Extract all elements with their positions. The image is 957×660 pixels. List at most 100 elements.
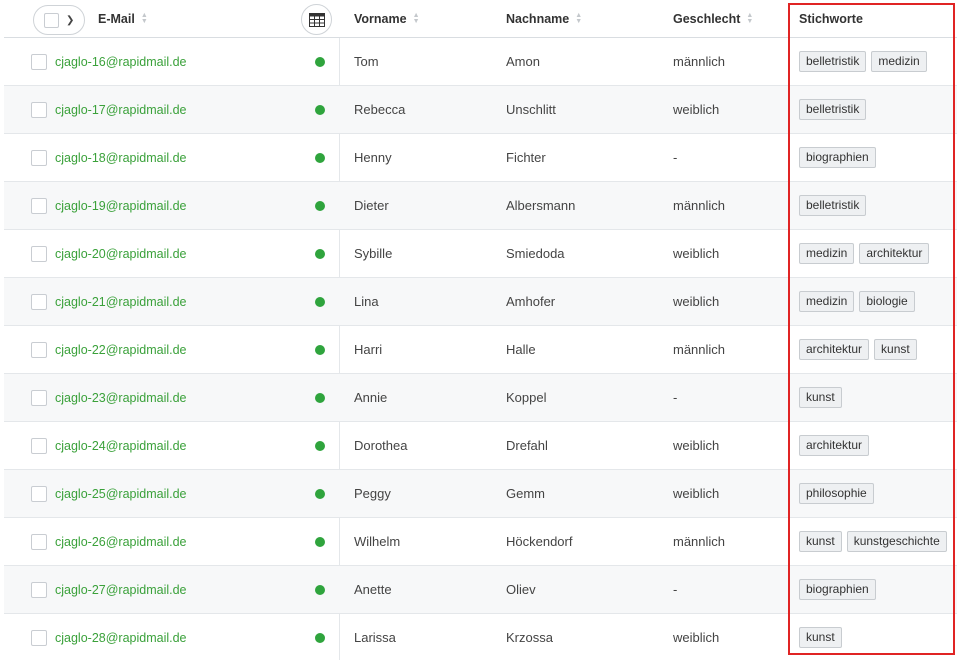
email-cell[interactable]: cjaglo-20@rapidmail.de xyxy=(55,230,295,277)
status-dot-icon xyxy=(315,632,325,643)
tag-badge: biographien xyxy=(799,147,876,168)
email-link[interactable]: cjaglo-17@rapidmail.de xyxy=(55,103,187,117)
header-email[interactable]: E-Mail ▲ ▼ xyxy=(98,0,148,37)
chevron-down-icon[interactable]: ❯ xyxy=(66,15,74,26)
email-link[interactable]: cjaglo-28@rapidmail.de xyxy=(55,631,187,645)
table-row[interactable]: cjaglo-27@rapidmail.de Anette Oliev - bi… xyxy=(4,566,957,614)
row-select[interactable] xyxy=(31,278,51,325)
email-cell[interactable]: cjaglo-16@rapidmail.de xyxy=(55,38,295,85)
sort-icon[interactable]: ▲ ▼ xyxy=(413,12,420,25)
row-select[interactable] xyxy=(31,566,51,613)
table-row[interactable]: cjaglo-17@rapidmail.de Rebecca Unschlitt… xyxy=(4,86,957,134)
column-settings-button[interactable] xyxy=(301,4,332,35)
header-vorname[interactable]: Vorname ▲ ▼ xyxy=(354,0,420,37)
table-row[interactable]: cjaglo-16@rapidmail.de Tom Amon männlich… xyxy=(4,38,957,86)
email-link[interactable]: cjaglo-21@rapidmail.de xyxy=(55,295,187,309)
email-link[interactable]: cjaglo-27@rapidmail.de xyxy=(55,583,187,597)
row-select[interactable] xyxy=(31,326,51,373)
status-dot-icon xyxy=(315,440,325,451)
email-cell[interactable]: cjaglo-19@rapidmail.de xyxy=(55,182,295,229)
table-row[interactable]: cjaglo-18@rapidmail.de Henny Fichter - b… xyxy=(4,134,957,182)
row-checkbox[interactable] xyxy=(31,149,47,166)
table-row[interactable]: cjaglo-25@rapidmail.de Peggy Gemm weibli… xyxy=(4,470,957,518)
row-checkbox[interactable] xyxy=(31,197,47,214)
table-row[interactable]: cjaglo-22@rapidmail.de Harri Halle männl… xyxy=(4,326,957,374)
row-select[interactable] xyxy=(31,518,51,565)
email-cell[interactable]: cjaglo-25@rapidmail.de xyxy=(55,470,295,517)
header-nachname[interactable]: Nachname ▲ ▼ xyxy=(506,0,582,37)
geschlecht-cell: weiblich xyxy=(673,230,719,277)
table-row[interactable]: cjaglo-21@rapidmail.de Lina Amhofer weib… xyxy=(4,278,957,326)
header-geschlecht[interactable]: Geschlecht ▲ ▼ xyxy=(673,0,753,37)
header-geschlecht-label: Geschlecht xyxy=(673,11,741,26)
geschlecht-value: männlich xyxy=(673,342,726,357)
row-checkbox[interactable] xyxy=(31,101,47,118)
nachname-cell: Halle xyxy=(506,326,536,373)
email-link[interactable]: cjaglo-16@rapidmail.de xyxy=(55,55,187,69)
tags-cell: belletristik xyxy=(799,182,867,229)
email-cell[interactable]: cjaglo-28@rapidmail.de xyxy=(55,614,295,660)
nachname-cell: Fichter xyxy=(506,134,546,181)
vorname-cell: Henny xyxy=(354,134,392,181)
row-checkbox[interactable] xyxy=(31,629,47,646)
row-checkbox[interactable] xyxy=(31,437,47,454)
row-select[interactable] xyxy=(31,614,51,660)
email-link[interactable]: cjaglo-18@rapidmail.de xyxy=(55,151,187,165)
table-row[interactable]: cjaglo-19@rapidmail.de Dieter Albersmann… xyxy=(4,182,957,230)
email-link[interactable]: cjaglo-24@rapidmail.de xyxy=(55,439,187,453)
email-link[interactable]: cjaglo-22@rapidmail.de xyxy=(55,343,187,357)
row-checkbox[interactable] xyxy=(31,293,47,310)
nachname-value: Drefahl xyxy=(506,438,548,453)
select-all-checkbox[interactable] xyxy=(44,12,59,28)
header-nachname-label: Nachname xyxy=(506,11,570,26)
nachname-cell: Höckendorf xyxy=(506,518,572,565)
row-select[interactable] xyxy=(31,134,51,181)
geschlecht-cell: männlich xyxy=(673,38,725,85)
row-checkbox[interactable] xyxy=(31,581,47,598)
nachname-value: Unschlitt xyxy=(506,102,556,117)
nachname-cell: Krzossa xyxy=(506,614,553,660)
row-select[interactable] xyxy=(31,230,51,277)
row-select[interactable] xyxy=(31,470,51,517)
row-checkbox[interactable] xyxy=(31,485,47,502)
table-row[interactable]: cjaglo-26@rapidmail.de Wilhelm Höckendor… xyxy=(4,518,957,566)
geschlecht-cell: weiblich xyxy=(673,470,719,517)
row-checkbox[interactable] xyxy=(31,245,47,262)
email-cell[interactable]: cjaglo-21@rapidmail.de xyxy=(55,278,295,325)
table-row[interactable]: cjaglo-24@rapidmail.de Dorothea Drefahl … xyxy=(4,422,957,470)
row-checkbox[interactable] xyxy=(31,341,47,358)
table-row[interactable]: cjaglo-20@rapidmail.de Sybille Smiedoda … xyxy=(4,230,957,278)
email-cell[interactable]: cjaglo-24@rapidmail.de xyxy=(55,422,295,469)
row-select[interactable] xyxy=(31,422,51,469)
table-row[interactable]: cjaglo-28@rapidmail.de Larissa Krzossa w… xyxy=(4,614,957,660)
nachname-cell: Smiedoda xyxy=(506,230,565,277)
status-dot-icon xyxy=(315,344,325,355)
status-cell xyxy=(315,134,327,181)
email-link[interactable]: cjaglo-19@rapidmail.de xyxy=(55,199,187,213)
row-select[interactable] xyxy=(31,374,51,421)
sort-icon[interactable]: ▲ ▼ xyxy=(141,12,148,25)
email-cell[interactable]: cjaglo-22@rapidmail.de xyxy=(55,326,295,373)
email-cell[interactable]: cjaglo-23@rapidmail.de xyxy=(55,374,295,421)
geschlecht-value: weiblich xyxy=(673,630,720,645)
row-checkbox[interactable] xyxy=(31,389,47,406)
email-link[interactable]: cjaglo-20@rapidmail.de xyxy=(55,247,187,261)
email-link[interactable]: cjaglo-23@rapidmail.de xyxy=(55,391,187,405)
status-cell xyxy=(315,182,327,229)
sort-icon[interactable]: ▲ ▼ xyxy=(575,12,582,25)
row-select[interactable] xyxy=(31,86,51,133)
row-checkbox[interactable] xyxy=(31,533,47,550)
row-checkbox[interactable] xyxy=(31,53,47,70)
row-select[interactable] xyxy=(31,182,51,229)
table-row[interactable]: cjaglo-23@rapidmail.de Annie Koppel - ku… xyxy=(4,374,957,422)
email-cell[interactable]: cjaglo-17@rapidmail.de xyxy=(55,86,295,133)
email-cell[interactable]: cjaglo-18@rapidmail.de xyxy=(55,134,295,181)
email-cell[interactable]: cjaglo-26@rapidmail.de xyxy=(55,518,295,565)
email-cell[interactable]: cjaglo-27@rapidmail.de xyxy=(55,566,295,613)
sort-icon[interactable]: ▲ ▼ xyxy=(746,12,753,25)
email-link[interactable]: cjaglo-26@rapidmail.de xyxy=(55,535,187,549)
header-email-label: E-Mail xyxy=(98,11,135,26)
email-link[interactable]: cjaglo-25@rapidmail.de xyxy=(55,487,187,501)
row-select[interactable] xyxy=(31,38,51,85)
select-all-dropdown[interactable]: ❯ xyxy=(33,5,85,35)
